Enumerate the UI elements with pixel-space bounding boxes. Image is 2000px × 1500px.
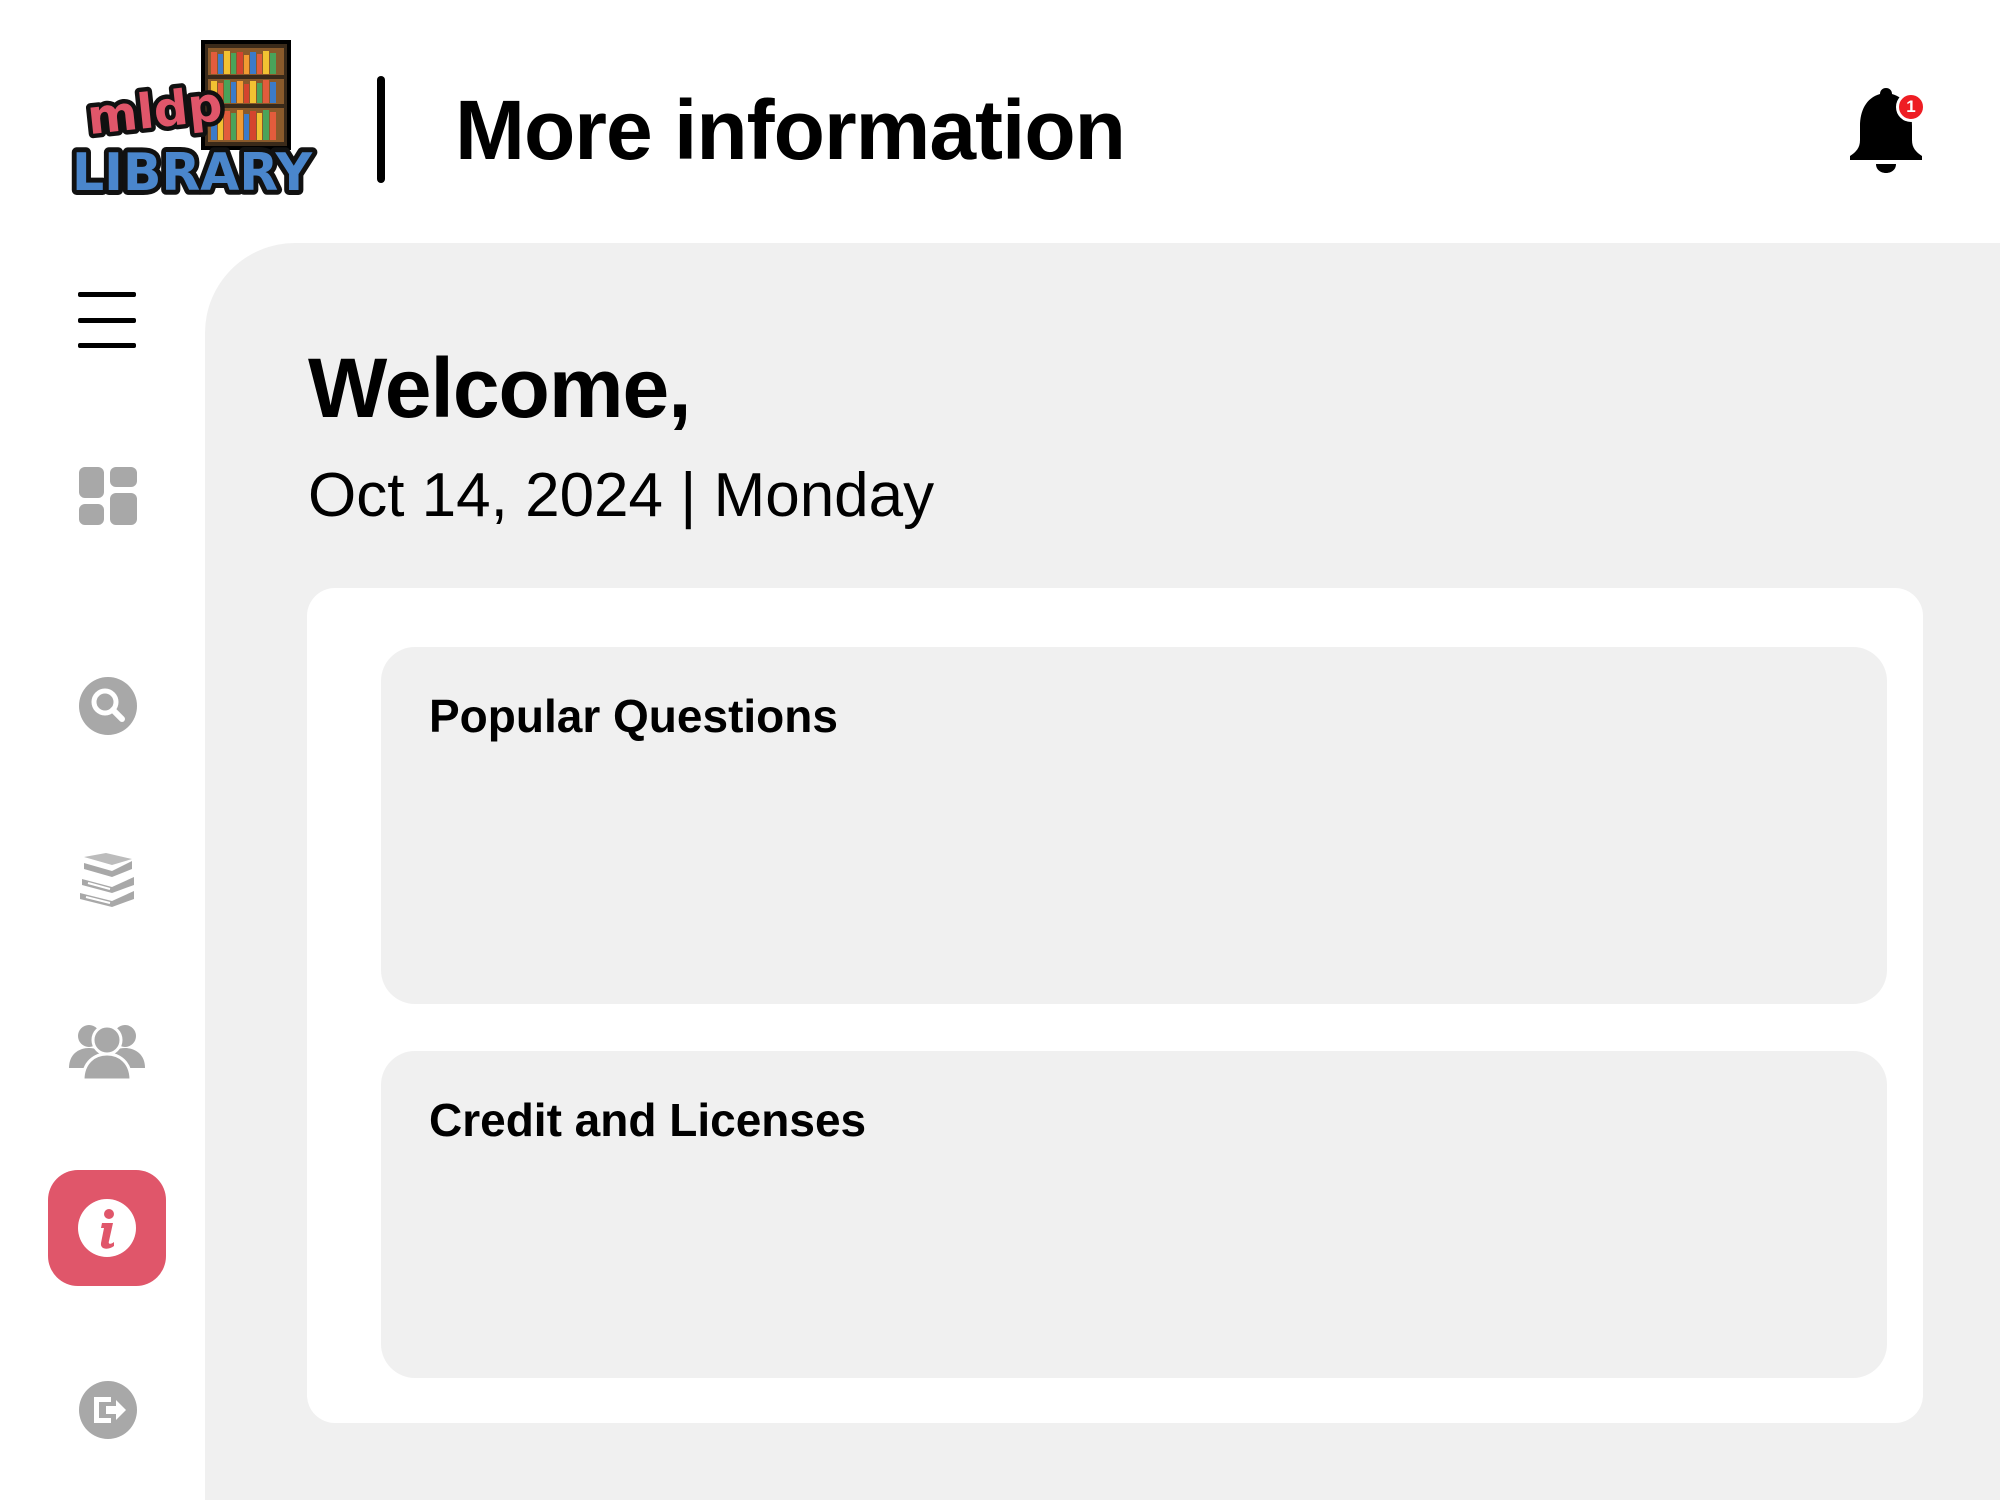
search-icon	[79, 677, 137, 735]
nav-search[interactable]	[76, 674, 140, 738]
nav-users[interactable]	[68, 1018, 146, 1082]
section-title: Popular Questions	[429, 690, 838, 742]
notification-count-badge: 1	[1896, 92, 1926, 122]
nav-dashboard[interactable]	[76, 464, 140, 528]
books-stack-icon	[80, 853, 134, 907]
popular-questions-section[interactable]: Popular Questions	[381, 647, 1887, 1004]
welcome-heading: Welcome,	[308, 341, 692, 435]
logout-icon	[79, 1381, 137, 1439]
users-group-icon	[69, 1024, 145, 1080]
credit-licenses-section[interactable]: Credit and Licenses	[381, 1051, 1887, 1378]
nav-logout[interactable]	[76, 1378, 140, 1442]
info-icon	[78, 1199, 136, 1257]
current-date: Oct 14, 2024 | Monday	[308, 461, 935, 530]
mldp-library-logo[interactable]: mldp LIBRARY	[67, 40, 318, 210]
nav-info-active[interactable]	[48, 1170, 166, 1286]
dashboard-grid-icon	[79, 467, 137, 525]
section-title: Credit and Licenses	[429, 1094, 867, 1146]
page-title: More information	[455, 83, 1126, 177]
header-divider	[377, 76, 385, 183]
nav-books[interactable]	[74, 850, 140, 910]
hamburger-line	[78, 292, 136, 297]
logo-text-library: LIBRARY	[72, 143, 313, 203]
hamburger-line	[78, 317, 136, 323]
menu-toggle-button[interactable]	[70, 292, 144, 348]
hamburger-line	[78, 343, 136, 348]
